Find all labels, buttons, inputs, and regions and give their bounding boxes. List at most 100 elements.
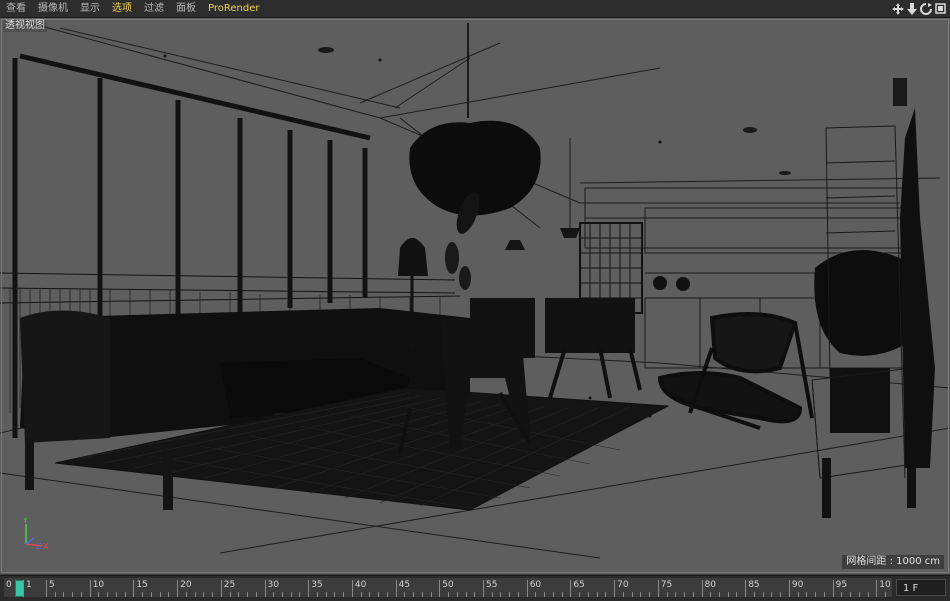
timeline-minor-tick xyxy=(727,592,729,597)
timeline-tick xyxy=(89,580,91,597)
timeline-tick-label: 75 xyxy=(660,580,673,590)
timeline-minor-tick xyxy=(229,592,231,597)
timeline-minor-tick xyxy=(780,592,782,597)
timeline-minor-tick xyxy=(247,592,249,597)
timeline-tick-label: 90 xyxy=(791,580,804,590)
timeline-minor-tick xyxy=(159,592,161,597)
axis-x-label: X xyxy=(43,542,49,551)
wireframe-scene xyxy=(0,22,950,559)
camera-label[interactable]: 透视视图 xyxy=(3,20,47,32)
timeline-minor-tick xyxy=(666,592,668,597)
timeline-minor-tick xyxy=(631,592,633,597)
timeline-minor-tick xyxy=(710,592,712,597)
timeline-minor-tick xyxy=(98,592,100,597)
timeline-minor-tick xyxy=(316,592,318,597)
timeline-tick xyxy=(46,580,47,597)
timeline-minor-tick xyxy=(850,592,852,597)
timeline-minor-tick xyxy=(448,592,450,597)
menu-options[interactable]: 选项 xyxy=(106,0,138,17)
timeline-minor-tick xyxy=(203,592,205,597)
timeline-ruler[interactable]: 0 1 5 10 15 20 25 30 35 40 45 50 55 60 65 70 75 80 85 90 95… xyxy=(4,578,892,597)
viewport-menubar: 查看 摄像机 显示 选项 过滤 面板 ProRender xyxy=(0,0,950,18)
maximize-icon[interactable] xyxy=(934,2,946,15)
timeline-minor-tick xyxy=(675,592,677,597)
timeline-minor-tick xyxy=(561,592,563,597)
viewport-nav-icons xyxy=(892,0,946,17)
timeline-minor-tick xyxy=(823,592,825,597)
timeline-minor-tick xyxy=(806,592,808,597)
timeline-tick-label: 20 xyxy=(180,580,192,590)
timeline-minor-tick xyxy=(238,592,240,597)
timeline-tick-label: 80 xyxy=(704,580,716,590)
timeline-minor-tick xyxy=(491,592,493,597)
timeline-tick xyxy=(308,580,310,597)
timeline-minor-tick xyxy=(885,592,887,597)
timeline-minor-tick xyxy=(325,592,327,597)
timeline-minor-tick xyxy=(360,592,362,597)
menu-view[interactable]: 查看 xyxy=(0,0,32,17)
timeline-minor-tick xyxy=(535,592,537,597)
timeline-minor-tick xyxy=(194,592,196,597)
menu-camera[interactable]: 摄像机 xyxy=(32,0,74,17)
timeline-minor-tick xyxy=(273,592,275,597)
timeline-minor-tick xyxy=(509,592,511,597)
timeline-minor-tick xyxy=(168,592,170,597)
timeline-minor-tick xyxy=(378,592,380,597)
timeline-minor-tick xyxy=(430,592,432,597)
arrow-down-icon[interactable] xyxy=(906,2,918,15)
timeline-minor-tick xyxy=(343,592,345,597)
timeline-minor-tick xyxy=(54,592,56,597)
timeline-tick-label: 65 xyxy=(573,580,585,590)
timeline-minor-tick xyxy=(500,592,502,597)
timeline-bar: 0 1 5 10 15 20 25 30 35 40 45 50 55 60 65 70 75 80 85 90 95… xyxy=(0,575,950,601)
timeline-minor-tick xyxy=(474,592,476,597)
timeline-tick xyxy=(570,580,572,597)
timeline-minor-tick xyxy=(281,592,283,597)
timeline-tick xyxy=(351,580,353,597)
timeline-minor-tick xyxy=(858,592,860,597)
timeline-minor-tick xyxy=(649,592,651,597)
timeline-tick xyxy=(483,580,484,597)
menu-filter[interactable]: 过滤 xyxy=(138,0,170,17)
timeline-minor-tick xyxy=(640,592,642,597)
menu-panel[interactable]: 面板 xyxy=(170,0,202,17)
timeline-tick xyxy=(876,580,878,597)
rotate-icon[interactable] xyxy=(920,2,932,15)
timeline-tick-label: 60 xyxy=(529,580,542,590)
timeline-tick xyxy=(526,580,528,597)
timeline-tick-label: 55 xyxy=(486,580,498,590)
timeline-tick xyxy=(701,580,703,597)
timeline-minor-tick xyxy=(421,592,423,597)
timeline-minor-tick xyxy=(544,592,546,597)
timeline-tick xyxy=(264,580,266,597)
axis-y-label: Y xyxy=(22,518,28,525)
timeline-minor-tick xyxy=(762,592,764,597)
timeline-tick xyxy=(614,580,616,597)
timeline-minor-tick xyxy=(552,592,554,597)
current-frame-field[interactable]: 1 F xyxy=(896,579,946,596)
timeline-minor-tick xyxy=(334,592,336,597)
timeline-minor-tick xyxy=(142,592,144,597)
timeline-tick xyxy=(177,580,179,597)
timeline-tick xyxy=(788,580,790,597)
move-icon[interactable] xyxy=(892,2,904,15)
timeline-tick-label: 50 xyxy=(442,580,454,590)
timeline-minor-tick xyxy=(212,592,214,597)
menu-prorender[interactable]: ProRender xyxy=(202,0,265,17)
timeline-minor-tick xyxy=(692,592,694,597)
timeline-tick-label: 30 xyxy=(267,580,279,590)
perspective-viewport[interactable]: 透视视图 Y Z X 网格间距 : 1000 cm xyxy=(0,18,950,574)
timeline-minor-tick xyxy=(684,592,686,597)
timeline-tick xyxy=(395,580,397,597)
timeline-minor-tick xyxy=(456,592,458,597)
timeline-tick-label: 25 xyxy=(223,580,236,590)
timeline-minor-tick xyxy=(771,592,773,597)
menu-display[interactable]: 显示 xyxy=(74,0,106,17)
timeline-minor-tick xyxy=(255,592,257,597)
timeline-minor-tick xyxy=(72,592,74,597)
timeline-minor-tick xyxy=(517,592,519,597)
timeline-tick-label: 35 xyxy=(311,580,323,590)
timeline-minor-tick xyxy=(107,592,109,597)
timeline-start-label: 0 xyxy=(6,580,12,590)
timeline-minor-tick xyxy=(63,592,65,597)
